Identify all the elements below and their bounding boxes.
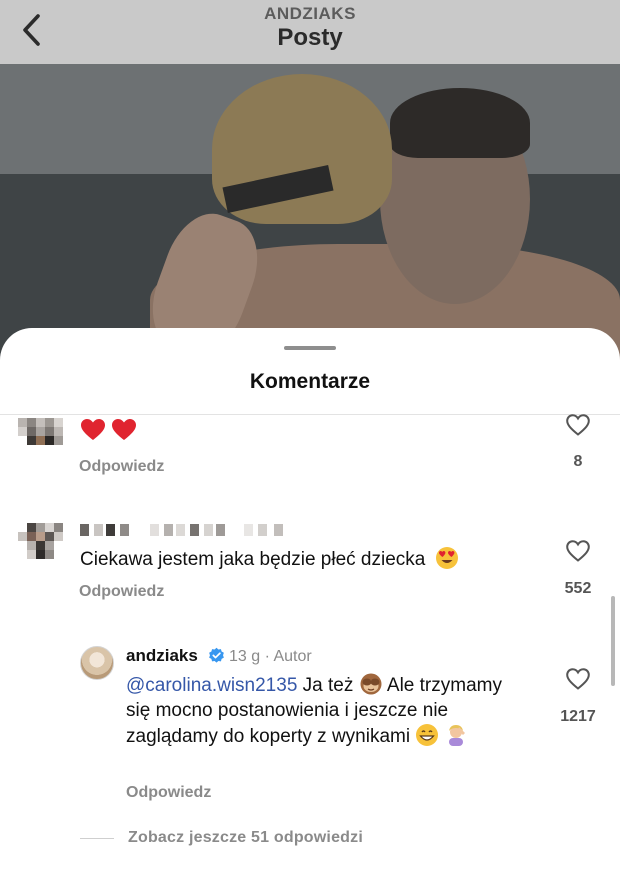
sheet-drag-handle[interactable]: [284, 346, 336, 350]
like-count: 8: [573, 453, 583, 470]
header-username: ANDZIAKS: [264, 4, 356, 23]
comment-text: [80, 418, 137, 445]
photo-hair: [390, 88, 530, 158]
reply-time: 13 g: [229, 648, 261, 665]
avatar[interactable]: [18, 523, 70, 559]
comment-body: Ciekawa jestem jaka będzie płeć dziecka: [80, 549, 426, 570]
comments-sheet: Komentarze Odpowiedz 8 Ciekawa jestem ja…: [0, 328, 620, 884]
person-facepalming-emoji: [448, 725, 465, 746]
heart-outline-icon[interactable]: [566, 668, 590, 690]
comment-username[interactable]: [80, 524, 286, 536]
reply-body-part1: Ja też: [302, 675, 354, 696]
sheet-title: Komentarze: [249, 370, 371, 393]
red-heart-icon: [112, 419, 137, 440]
verified-badge-icon: [209, 647, 224, 663]
reply-button[interactable]: Odpowiedz: [126, 784, 211, 802]
reply-button[interactable]: Odpowiedz: [79, 458, 164, 476]
comment-text: Ciekawa jestem jaka będzie płeć dziecka: [80, 546, 459, 572]
heart-outline-icon[interactable]: [566, 414, 590, 436]
like-count: 1217: [560, 708, 596, 725]
red-heart-icon: [81, 419, 105, 440]
page-title: Posty: [277, 24, 343, 51]
reply-username[interactable]: andziaks: [126, 646, 198, 666]
scrollbar[interactable]: [611, 596, 615, 686]
reply-meta: 13 g · Autor: [229, 648, 312, 666]
author-badge: Autor: [273, 648, 312, 665]
avatar[interactable]: [80, 646, 114, 680]
reply-text: @carolina.wisn2135 Ja też Ale trzymamy s…: [126, 672, 516, 750]
heart-outline-icon[interactable]: [566, 540, 590, 562]
top-bar: ANDZIAKS Posty: [0, 0, 620, 64]
see-no-evil-monkey-emoji: [360, 673, 382, 695]
mention-link[interactable]: @carolina.wisn2135: [126, 675, 297, 696]
heart-eyes-emoji: [435, 547, 458, 569]
divider: [0, 414, 620, 415]
reply-button[interactable]: Odpowiedz: [79, 583, 164, 601]
grinning-face-emoji: [416, 724, 439, 746]
post-photo[interactable]: [0, 64, 620, 364]
like-count: 552: [564, 580, 592, 597]
view-more-replies-button[interactable]: Zobacz jeszcze 51 odpowiedzi: [128, 829, 363, 847]
avatar[interactable]: [18, 418, 70, 452]
meta-separator: ·: [264, 648, 270, 665]
more-replies-line: [80, 838, 114, 839]
